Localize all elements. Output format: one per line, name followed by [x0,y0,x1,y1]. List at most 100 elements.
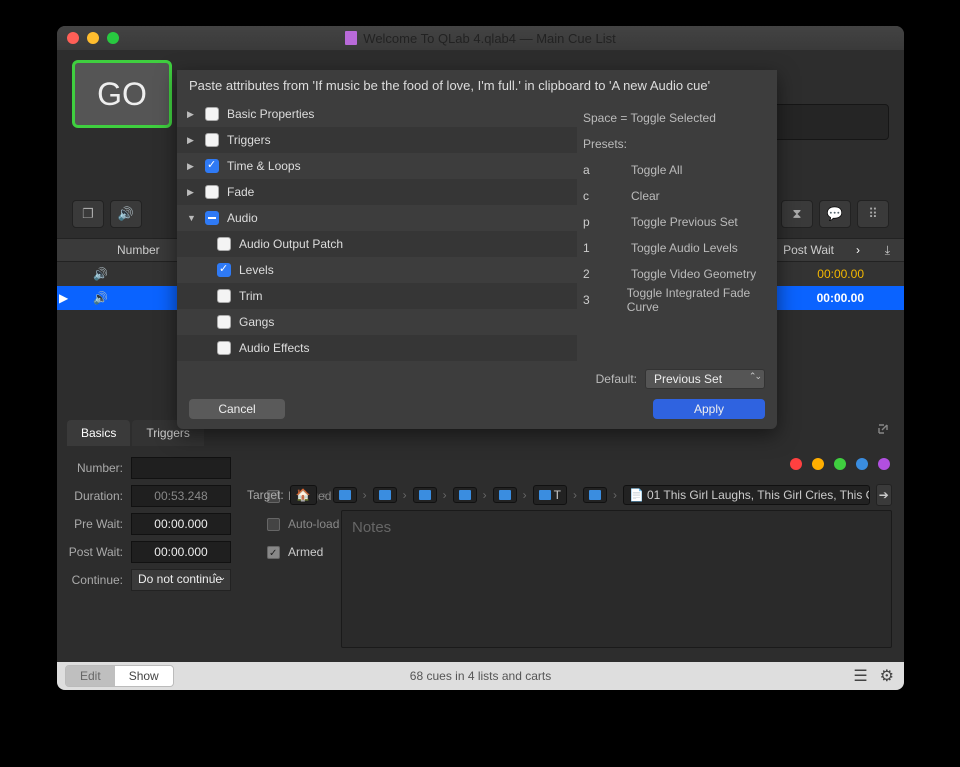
checkbox[interactable] [205,107,219,121]
app-window: Welcome To QLab 4.qlab4 — Main Cue List … [57,26,904,690]
folder-icon [589,490,601,500]
autoload-checkbox[interactable] [267,518,280,531]
pre-wait-field[interactable] [131,513,231,535]
chevron-right-icon: › [856,243,860,257]
label-duration: Duration: [67,489,123,503]
breadcrumb[interactable] [413,487,437,503]
grid-icon[interactable]: ⠿ [857,200,889,228]
number-field[interactable] [131,457,231,479]
disclosure-icon[interactable]: ▶ [187,161,197,172]
folder-icon [339,490,351,500]
continue-select[interactable]: Do not continue⌃⌄ [131,569,231,591]
content: GO ❐ 🔊 ⓘ ⧗ 💬 ⠿ Number Post Wait › ⤓ 🔊 00… [57,50,904,690]
color-palette [790,458,890,470]
checkbox-mixed[interactable] [205,211,219,225]
armed-label: Armed [288,545,323,559]
speaker-icon[interactable]: 🔊 [110,200,142,228]
checkbox[interactable] [217,263,231,277]
zoom-icon[interactable] [107,32,119,44]
checkbox[interactable] [205,185,219,199]
cue-post-wait: 00:00.00 [817,267,864,281]
tree-item-levels[interactable]: Levels [177,257,577,283]
tree-item-audio[interactable]: ▼Audio [177,205,577,231]
apply-button[interactable]: Apply [653,399,765,419]
cancel-button[interactable]: Cancel [189,399,285,419]
breadcrumb-home[interactable]: 🏠 [290,485,317,505]
shortcut-previous-set: pToggle Previous Set [583,209,767,235]
label-post-wait: Post Wait: [67,545,123,559]
duration-field[interactable] [131,485,231,507]
help-presets: Presets: [583,137,627,151]
notes-textarea[interactable]: Notes [341,510,892,648]
tree-item-fade[interactable]: ▶Fade [177,179,577,205]
label-continue: Continue: [67,573,123,587]
minimize-icon[interactable] [87,32,99,44]
checkbox[interactable] [217,289,231,303]
tree-item-gangs[interactable]: Gangs [177,309,577,335]
shortcut-1: 1Toggle Audio Levels [583,235,767,261]
stack-icon[interactable]: ❐ [72,200,104,228]
default-label: Default: [596,372,637,386]
autoload-label: Auto-load [288,517,339,531]
label-pre-wait: Pre Wait: [67,517,123,531]
post-wait-field[interactable] [131,541,231,563]
shortcut-3: 3Toggle Integrated Fade Curve [583,287,767,313]
col-number[interactable]: Number [117,243,160,257]
breadcrumb[interactable] [583,487,607,503]
armed-checkbox[interactable] [267,546,280,559]
disclosure-icon[interactable]: ▶ [187,187,197,198]
timer-icon[interactable]: ⧗ [781,200,813,228]
tree-item-triggers[interactable]: ▶Triggers [177,127,577,153]
shortcut-clear: cClear [583,183,767,209]
tree-item-basic-properties[interactable]: ▶Basic Properties [177,101,577,127]
toolbar-left: ❐ 🔊 [72,200,142,228]
footer-status: 68 cues in 4 lists and carts [57,669,904,683]
open-external-icon[interactable] [876,422,890,436]
color-blue[interactable] [856,458,868,470]
help-space: Space = Toggle Selected [583,111,716,125]
playhead-icon: ▶ [59,291,68,305]
disclosure-icon[interactable]: ▼ [187,213,197,223]
chat-icon[interactable]: 💬 [819,200,851,228]
color-red[interactable] [790,458,802,470]
breadcrumb[interactable]: T [533,485,567,505]
footer: Edit Show 68 cues in 4 lists and carts ☰… [57,662,904,690]
go-button[interactable]: GO [72,60,172,128]
close-icon[interactable] [67,32,79,44]
breadcrumb[interactable] [453,487,477,503]
shortcuts-pane: Space = Toggle Selected Presets: aToggle… [577,101,777,361]
checkbox[interactable] [205,133,219,147]
breadcrumb-file[interactable]: 📄01 This Girl Laughs, This Girl Cries, T… [623,485,870,505]
col-post-wait[interactable]: Post Wait [783,243,834,257]
audio-cue-icon: 🔊 [93,291,108,305]
tab-basics[interactable]: Basics [67,420,130,446]
paste-attributes-panel: Paste attributes from 'If music be the f… [177,70,777,429]
tree-item-trim[interactable]: Trim [177,283,577,309]
tree-item-audio-effects[interactable]: Audio Effects [177,335,577,361]
titlebar: Welcome To QLab 4.qlab4 — Main Cue List [57,26,904,50]
breadcrumb[interactable] [493,487,517,503]
tree-item-audio-output-patch[interactable]: Audio Output Patch [177,231,577,257]
label-target: Target: [247,488,284,502]
download-icon[interactable]: ⤓ [885,243,890,258]
target-row: Target: 🏠› › › › › › T› › 📄01 This Girl … [247,484,892,506]
window-title-text: Welcome To QLab 4.qlab4 — Main Cue List [363,31,615,46]
breadcrumb[interactable] [333,487,357,503]
checkbox[interactable] [217,237,231,251]
tree-item-time-loops[interactable]: ▶Time & Loops [177,153,577,179]
panel-message: Paste attributes from 'If music be the f… [177,70,777,101]
audio-cue-icon: 🔊 [93,267,108,281]
target-browse-button[interactable]: ➔ [876,484,892,506]
color-green[interactable] [834,458,846,470]
breadcrumb[interactable] [373,487,397,503]
disclosure-icon[interactable]: ▶ [187,109,197,120]
checkbox[interactable] [205,159,219,173]
folder-icon [499,490,511,500]
disclosure-icon[interactable]: ▶ [187,135,197,146]
window-title: Welcome To QLab 4.qlab4 — Main Cue List [57,31,904,46]
color-purple[interactable] [878,458,890,470]
checkbox[interactable] [217,341,231,355]
color-orange[interactable] [812,458,824,470]
checkbox[interactable] [217,315,231,329]
default-select[interactable]: Previous Set [645,369,765,389]
